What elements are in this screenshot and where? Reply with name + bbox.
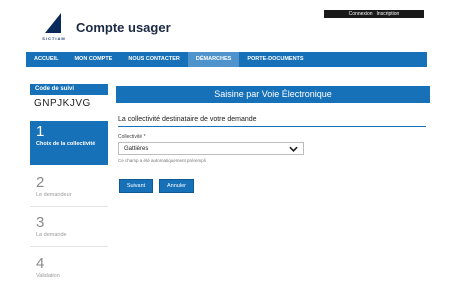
help-text: Ce champ a été automatiquement prérempli — [118, 158, 206, 163]
next-button[interactable]: Suivant — [119, 179, 153, 193]
step-4: 4 Validation — [30, 253, 108, 283]
chevron-down-icon — [289, 146, 298, 152]
signup-link[interactable]: Inscription — [377, 11, 400, 17]
collectivite-select[interactable]: Gattières — [118, 142, 304, 155]
main-nav: Accueil Mon compte Nous contacter Démarc… — [26, 52, 427, 67]
auth-bar: Connexion Inscription — [324, 10, 424, 18]
section-title: La collectivité destinataire de votre de… — [118, 116, 257, 123]
cancel-button[interactable]: Annuler — [159, 179, 194, 193]
nav-item-porte-documents[interactable]: Porte-documents — [239, 52, 311, 67]
step-3: 3 La demande — [30, 212, 108, 242]
step-1: 1 Choix de la collectivité — [30, 121, 108, 165]
nav-item-demarches[interactable]: Démarches — [187, 52, 240, 67]
page-title: Compte usager — [76, 20, 171, 35]
nav-item-mon-compte[interactable]: Mon compte — [66, 52, 120, 67]
form-banner: Saisine par Voie Électronique — [116, 86, 430, 103]
step-number: 3 — [36, 214, 45, 231]
step-number: 1 — [36, 123, 45, 140]
logo-mark-icon — [45, 13, 61, 33]
step-divider — [30, 206, 108, 207]
step-number: 2 — [36, 174, 45, 191]
step-label: Le demandeur — [36, 192, 72, 198]
step-divider — [30, 246, 108, 247]
step-label: La demande — [36, 232, 67, 238]
nav-item-accueil[interactable]: Accueil — [26, 52, 66, 67]
step-2: 2 Le demandeur — [30, 172, 108, 202]
step-number: 4 — [36, 255, 45, 272]
tracking-code-value: GNPJKJVG — [34, 98, 91, 109]
sictiam-logo[interactable]: SICTIAM — [36, 13, 72, 43]
logo-text: SICTIAM — [42, 36, 66, 41]
tracking-code-label: Code de suivi — [30, 84, 108, 95]
nav-item-nous-contacter[interactable]: Nous contacter — [120, 52, 188, 67]
login-link[interactable]: Connexion — [349, 11, 373, 17]
step-label: Validation — [36, 273, 60, 279]
section-divider — [118, 126, 426, 127]
step-label: Choix de la collectivité — [36, 141, 96, 147]
select-value: Gattières — [124, 145, 149, 152]
collectivite-label: Collectivité * — [118, 134, 146, 140]
